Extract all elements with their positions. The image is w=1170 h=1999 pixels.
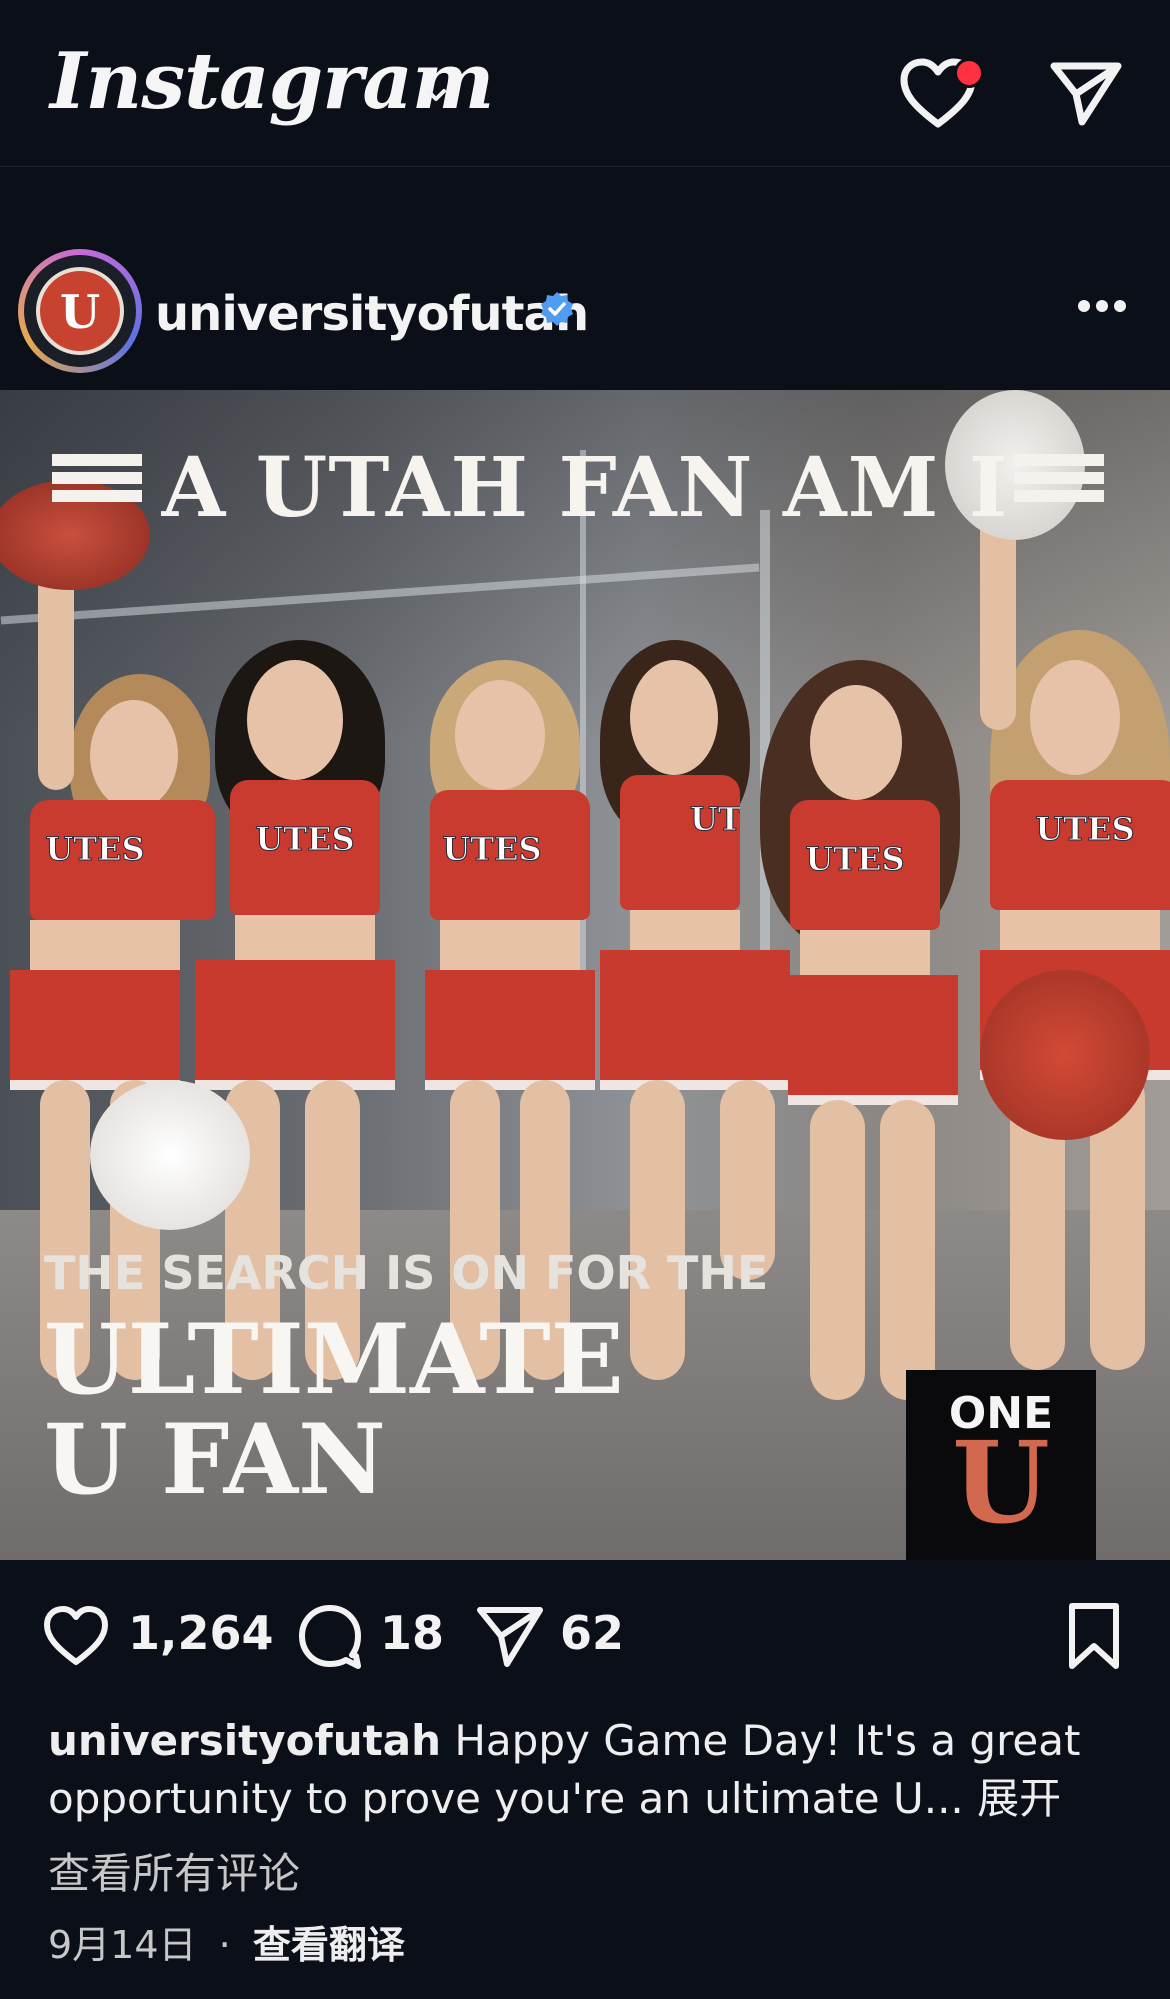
image-title-line2: U FAN [44,1403,386,1516]
avatar-seal: U [24,255,136,367]
image-title: ULTIMATE U FAN [44,1310,624,1510]
direct-message-icon[interactable] [1048,56,1124,132]
comment-bubble-icon[interactable] [294,1600,366,1672]
more-options-icon[interactable] [1072,292,1132,320]
post-actions: 1,264 18 62 [0,1590,1170,1680]
image-search-line: THE SEARCH IS ON FOR THE [44,1246,769,1300]
verified-badge-icon [541,292,573,326]
one-u-badge: ONE U [906,1370,1096,1560]
image-title-line1: ULTIMATE [44,1303,624,1416]
post-header: U universityofutah [0,244,1170,374]
instagram-logo[interactable]: Instagram [50,36,494,127]
post-image[interactable]: UTES UTES UTES UTES [0,390,1170,1560]
like-count[interactable]: 1,264 [128,1606,274,1660]
image-headline: A UTAH FAN AM I [161,440,1009,536]
headline-bars-right [1014,454,1104,518]
university-seal-icon: U [36,267,124,355]
white-pom-pom [90,1080,250,1230]
top-bar: Instagram [0,0,1170,167]
view-all-comments-link[interactable]: 查看所有评论 [48,1840,300,1901]
red-pom-pom [980,970,1150,1140]
bookmark-icon[interactable] [1058,1600,1130,1672]
like-heart-icon[interactable] [40,1600,112,1672]
share-count[interactable]: 62 [560,1606,624,1660]
one-u-badge-letter: U [952,1418,1050,1549]
see-translation-link[interactable]: 查看翻译 [253,1923,405,1967]
post-caption: universityofutah Happy Game Day! It's a … [48,1712,1128,1828]
comment-count[interactable]: 18 [380,1606,444,1660]
avatar-letter: U [59,285,101,339]
post-date: 9月14日 [48,1923,197,1967]
avatar[interactable]: U [18,249,142,373]
expand-caption-link[interactable]: 展开 [977,1774,1061,1823]
post-username[interactable]: universityofutah [155,286,589,342]
share-send-icon[interactable] [474,1600,546,1672]
caption-username[interactable]: universityofutah [48,1716,441,1765]
notification-dot [954,58,984,88]
post-date-line: 9月14日 · 查看翻译 [48,1914,405,1969]
date-separator: · [218,1923,231,1967]
chevron-down-icon[interactable] [425,84,447,106]
